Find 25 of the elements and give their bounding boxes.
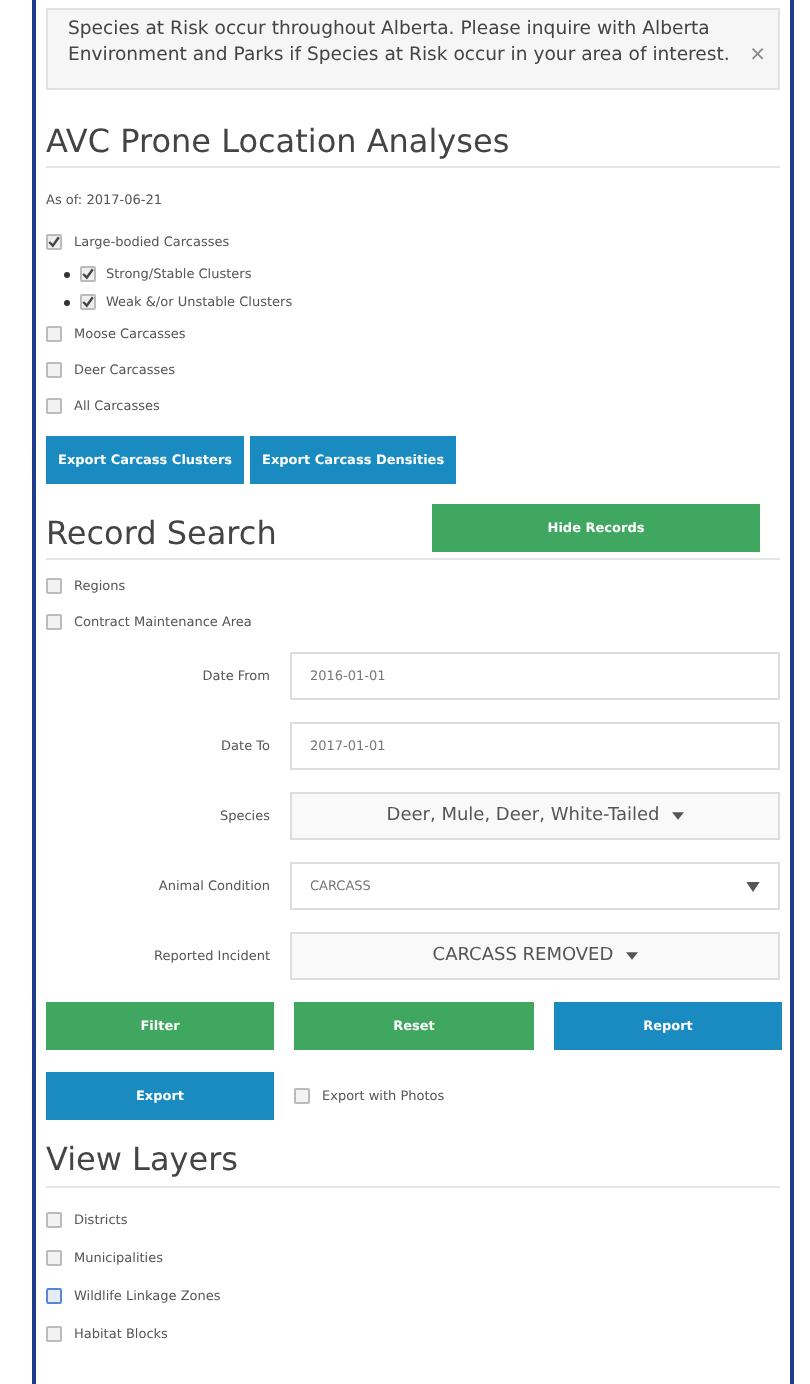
checkbox[interactable] — [46, 578, 62, 594]
checkbox[interactable] — [294, 1088, 310, 1104]
checkbox[interactable] — [46, 1325, 62, 1341]
multiselect-dropdown[interactable]: CARCASS REMOVED — [290, 932, 780, 980]
caret-icon — [625, 952, 638, 960]
checkbox[interactable] — [46, 398, 62, 414]
checkbox[interactable] — [46, 234, 62, 250]
checkbox[interactable] — [46, 1249, 62, 1265]
section-heading: Record Search — [46, 514, 277, 552]
checkbox[interactable] — [46, 362, 62, 378]
checkbox[interactable] — [80, 266, 96, 282]
checkbox[interactable] — [80, 294, 96, 310]
checkbox[interactable] — [46, 326, 62, 342]
multiselect-dropdown[interactable]: Deer, Mule, Deer, White-Tailed — [290, 792, 780, 840]
caret-icon — [746, 881, 760, 891]
bullet-icon — [64, 299, 70, 305]
close-button[interactable]: × — [749, 42, 766, 68]
checkbox[interactable] — [46, 614, 62, 630]
caret-icon — [671, 812, 684, 820]
section-heading: AVC Prone Location Analyses — [46, 122, 780, 168]
section-heading: View Layers — [46, 1140, 780, 1188]
checkbox[interactable] — [46, 1287, 62, 1303]
checkbox[interactable] — [46, 1211, 62, 1227]
alert-text: Species at Risk occur throughout Alberta. Please inquire with Alberta Environment and Parks if Species at Risk occur in your area of interest. — [68, 16, 732, 68]
bullet-icon — [64, 271, 70, 277]
